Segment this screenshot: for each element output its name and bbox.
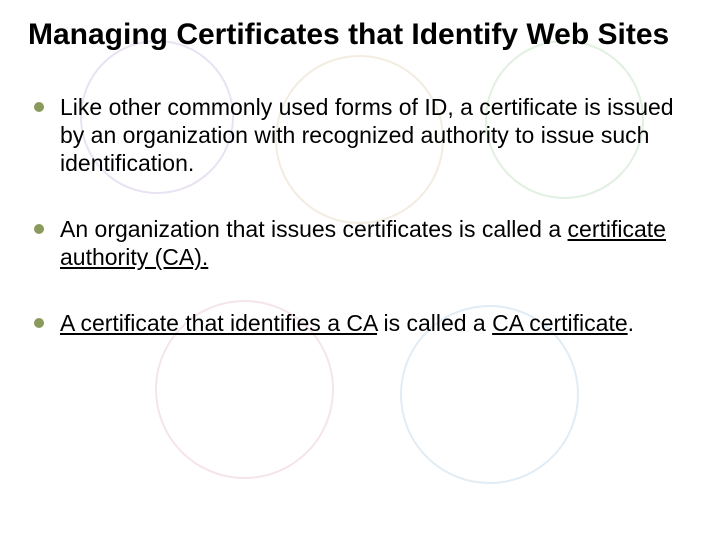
bullet-list: Like other commonly used forms of ID, a …: [28, 93, 680, 337]
body-text: .: [628, 310, 634, 336]
bullet-item: An organization that issues certificates…: [28, 215, 680, 271]
underlined-text: A certificate that identifies a CA: [60, 310, 377, 336]
underlined-text: CA certificate: [492, 310, 628, 336]
body-text: is called a: [377, 310, 492, 336]
slide-title: Managing Certificates that Identify Web …: [28, 18, 680, 53]
bullet-item: Like other commonly used forms of ID, a …: [28, 93, 680, 177]
body-text: An organization that issues certificates…: [60, 216, 568, 242]
body-text: Like other commonly used forms of ID, a …: [60, 94, 674, 176]
bullet-item: A certificate that identifies a CA is ca…: [28, 309, 680, 337]
slide: Managing Certificates that Identify Web …: [0, 0, 720, 540]
